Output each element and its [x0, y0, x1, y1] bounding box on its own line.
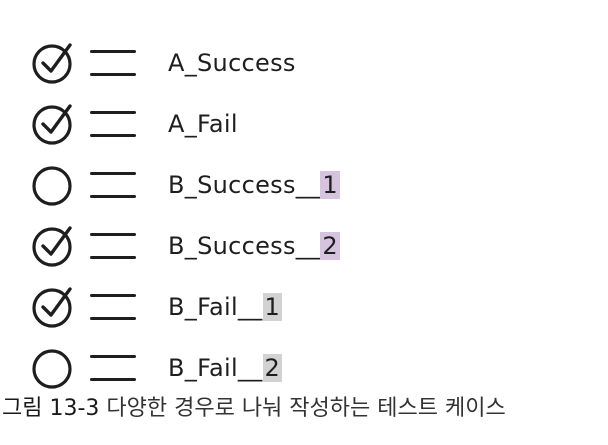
test-case-row[interactable]: B_Fail__2 — [30, 337, 283, 398]
drag-handle-icon[interactable] — [90, 171, 136, 198]
test-case-label: B_Success__1 — [168, 170, 340, 200]
test-case-row[interactable]: A_Success — [30, 32, 295, 93]
check-circle-icon — [32, 225, 72, 267]
test-case-row[interactable]: A_Fail — [30, 93, 238, 154]
test-case-number-highlight: 2 — [262, 353, 283, 382]
figure-number: 그림 13-3 — [2, 396, 100, 421]
empty-circle-icon — [32, 348, 72, 389]
test-case-name: A_Fail — [168, 109, 238, 138]
checkbox[interactable] — [30, 162, 76, 208]
test-case-row[interactable]: B_Fail__1 — [30, 276, 283, 337]
test-case-label: A_Success — [168, 48, 296, 78]
test-case-label: A_Fail — [168, 109, 238, 139]
drag-handle-icon[interactable] — [90, 354, 136, 381]
checkbox[interactable] — [30, 40, 76, 86]
check-circle-icon — [32, 42, 72, 84]
check-circle-icon — [32, 103, 72, 145]
drag-handle-icon[interactable] — [90, 49, 136, 76]
test-case-name: A_Success — [168, 48, 296, 77]
test-case-number-highlight: 1 — [320, 170, 340, 199]
test-case-number-highlight: 2 — [320, 231, 340, 260]
figure-caption-text: 다양한 경우로 나눠 작성하는 테스트 케이스 — [106, 396, 506, 421]
test-case-label: B_Fail__2 — [168, 353, 283, 383]
drag-handle-icon[interactable] — [90, 110, 136, 137]
test-case-label: B_Success__2 — [168, 231, 340, 261]
checkbox[interactable] — [30, 284, 76, 330]
test-case-name: B_Success__ — [168, 231, 321, 260]
drag-handle-icon[interactable] — [90, 232, 136, 259]
check-circle-icon — [32, 286, 72, 328]
test-case-label: B_Fail__1 — [168, 292, 283, 322]
test-case-row[interactable]: B_Success__2 — [30, 215, 340, 276]
checkbox[interactable] — [30, 101, 76, 147]
test-case-name: B_Success__ — [168, 170, 321, 199]
figure-caption: 그림 13-3 다양한 경우로 나눠 작성하는 테스트 케이스 — [2, 390, 506, 422]
drag-handle-icon[interactable] — [90, 293, 136, 320]
test-case-row[interactable]: B_Success__1 — [30, 154, 340, 215]
test-case-number-highlight: 1 — [262, 292, 283, 321]
checkbox[interactable] — [30, 345, 76, 391]
checkbox[interactable] — [30, 223, 76, 269]
test-case-name: B_Fail__ — [168, 292, 263, 321]
empty-circle-icon — [32, 165, 72, 206]
test-case-name: B_Fail__ — [168, 353, 263, 382]
test-case-list: A_Success A_Fail B_Success__1 B_Success_… — [30, 32, 340, 398]
